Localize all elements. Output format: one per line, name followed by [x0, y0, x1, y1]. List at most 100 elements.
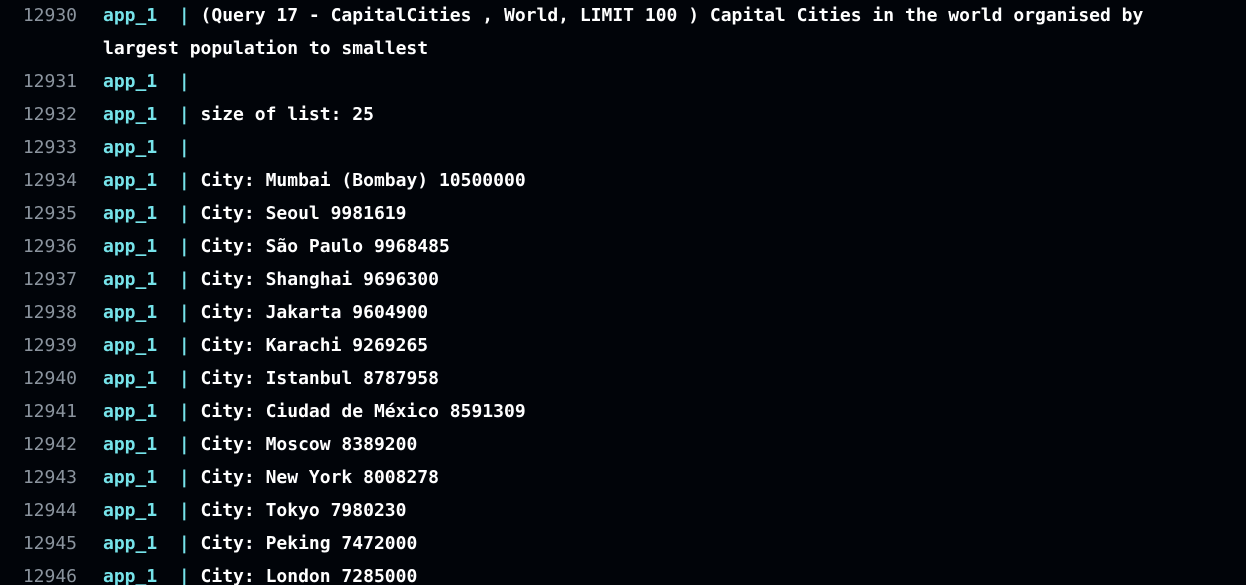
log-content: app_1 | City: Tokyo 7980230 [103, 494, 1246, 527]
log-line: 12935 app_1 | City: Seoul 9981619 [0, 197, 1246, 230]
log-message: City: Jakarta 9604900 [200, 302, 429, 323]
log-message: City: São Paulo 9968485 [200, 236, 450, 257]
log-content: app_1 | City: London 7285000 [103, 560, 1246, 585]
service-name: app_1 [103, 401, 158, 422]
log-line: 12940 app_1 | City: Istanbul 8787958 [0, 362, 1246, 395]
line-number[interactable]: 12931 [0, 65, 103, 98]
separator: | [157, 170, 201, 191]
log-message: size of list: 25 [200, 104, 374, 125]
log-content: app_1 | City: Moscow 8389200 [103, 428, 1246, 461]
line-number[interactable]: 12939 [0, 329, 103, 362]
log-message: City: Mumbai (Bombay) 10500000 [200, 170, 526, 191]
line-number[interactable]: 12935 [0, 197, 103, 230]
log-line: 12944 app_1 | City: Tokyo 7980230 [0, 494, 1246, 527]
line-number[interactable]: 12940 [0, 362, 103, 395]
line-number[interactable]: 12943 [0, 461, 103, 494]
log-content: app_1 | City: Karachi 9269265 [103, 329, 1246, 362]
service-name: app_1 [103, 434, 158, 455]
service-name: app_1 [103, 302, 158, 323]
log-content: app_1 | City: Istanbul 8787958 [103, 362, 1246, 395]
service-name: app_1 [103, 368, 158, 389]
line-number[interactable]: 12930 [0, 0, 103, 32]
service-name: app_1 [103, 500, 158, 521]
line-number[interactable]: 12946 [0, 560, 103, 585]
service-name: app_1 [103, 467, 158, 488]
separator: | [157, 203, 201, 224]
service-name: app_1 [103, 335, 158, 356]
line-number[interactable]: 12942 [0, 428, 103, 461]
separator: | [157, 500, 201, 521]
log-message: City: Istanbul 8787958 [200, 368, 439, 389]
log-line: 12938 app_1 | City: Jakarta 9604900 [0, 296, 1246, 329]
service-name: app_1 [103, 203, 158, 224]
service-name: app_1 [103, 170, 158, 191]
separator: | [157, 269, 201, 290]
log-line: 12932 app_1 | size of list: 25 [0, 98, 1246, 131]
separator: | [157, 5, 201, 26]
log-content: app_1 | City: New York 8008278 [103, 461, 1246, 494]
line-number[interactable]: 12944 [0, 494, 103, 527]
separator: | [157, 467, 201, 488]
log-content: app_1 | City: Ciudad de México 8591309 [103, 395, 1246, 428]
log-line: 12933 app_1 | [0, 131, 1246, 164]
line-number[interactable]: 12937 [0, 263, 103, 296]
log-message: City: London 7285000 [200, 566, 418, 585]
log-content: app_1 | size of list: 25 [103, 98, 1246, 131]
log-content: app_1 | City: Jakarta 9604900 [103, 296, 1246, 329]
service-name: app_1 [103, 566, 158, 585]
separator: | [157, 236, 201, 257]
log-message: City: New York 8008278 [200, 467, 439, 488]
log-content: app_1 | City: Mumbai (Bombay) 10500000 [103, 164, 1246, 197]
log-content: app_1 | City: São Paulo 9968485 [103, 230, 1246, 263]
log-content: app_1 | City: Seoul 9981619 [103, 197, 1246, 230]
log-line: 12931 app_1 | [0, 65, 1246, 98]
log-content: app_1 | City: Shanghai 9696300 [103, 263, 1246, 296]
service-name: app_1 [103, 236, 158, 257]
line-number[interactable]: 12938 [0, 296, 103, 329]
line-number[interactable]: 12936 [0, 230, 103, 263]
log-line: 12943 app_1 | City: New York 8008278 [0, 461, 1246, 494]
separator: | [157, 533, 201, 554]
separator: | [157, 566, 201, 585]
log-content: app_1 | (Query 17 - CapitalCities , Worl… [103, 0, 1246, 65]
log-message: City: Seoul 9981619 [200, 203, 407, 224]
separator: | [157, 401, 201, 422]
log-line: 12945 app_1 | City: Peking 7472000 [0, 527, 1246, 560]
log-line: 12936 app_1 | City: São Paulo 9968485 [0, 230, 1246, 263]
separator: | [157, 335, 201, 356]
log-output: 12930 app_1 | (Query 17 - CapitalCities … [0, 0, 1246, 585]
log-message: (Query 17 - CapitalCities , World, LIMIT… [103, 5, 1155, 59]
service-name: app_1 [103, 533, 158, 554]
line-number[interactable]: 12941 [0, 395, 103, 428]
log-line: 12939 app_1 | City: Karachi 9269265 [0, 329, 1246, 362]
service-name: app_1 [103, 104, 158, 125]
separator: | [157, 368, 201, 389]
line-number[interactable]: 12932 [0, 98, 103, 131]
log-line: 12937 app_1 | City: Shanghai 9696300 [0, 263, 1246, 296]
log-content: app_1 | [103, 131, 1246, 164]
separator: | [157, 434, 201, 455]
log-message: City: Moscow 8389200 [200, 434, 418, 455]
separator: | [157, 302, 201, 323]
service-name: app_1 [103, 71, 158, 92]
log-message: City: Ciudad de México 8591309 [200, 401, 526, 422]
separator: | [157, 104, 201, 125]
service-name: app_1 [103, 137, 158, 158]
log-line: 12942 app_1 | City: Moscow 8389200 [0, 428, 1246, 461]
log-content: app_1 | City: Peking 7472000 [103, 527, 1246, 560]
log-message: City: Peking 7472000 [200, 533, 418, 554]
log-message: City: Tokyo 7980230 [200, 500, 407, 521]
log-content: app_1 | [103, 65, 1246, 98]
log-line: 12941 app_1 | City: Ciudad de México 859… [0, 395, 1246, 428]
log-line: 12934 app_1 | City: Mumbai (Bombay) 1050… [0, 164, 1246, 197]
line-number[interactable]: 12945 [0, 527, 103, 560]
separator: | [157, 137, 190, 158]
service-name: app_1 [103, 5, 158, 26]
log-line: 12930 app_1 | (Query 17 - CapitalCities … [0, 0, 1246, 65]
service-name: app_1 [103, 269, 158, 290]
line-number[interactable]: 12934 [0, 164, 103, 197]
log-message: City: Shanghai 9696300 [200, 269, 439, 290]
log-line: 12946 app_1 | City: London 7285000 [0, 560, 1246, 585]
line-number[interactable]: 12933 [0, 131, 103, 164]
log-message: City: Karachi 9269265 [200, 335, 429, 356]
